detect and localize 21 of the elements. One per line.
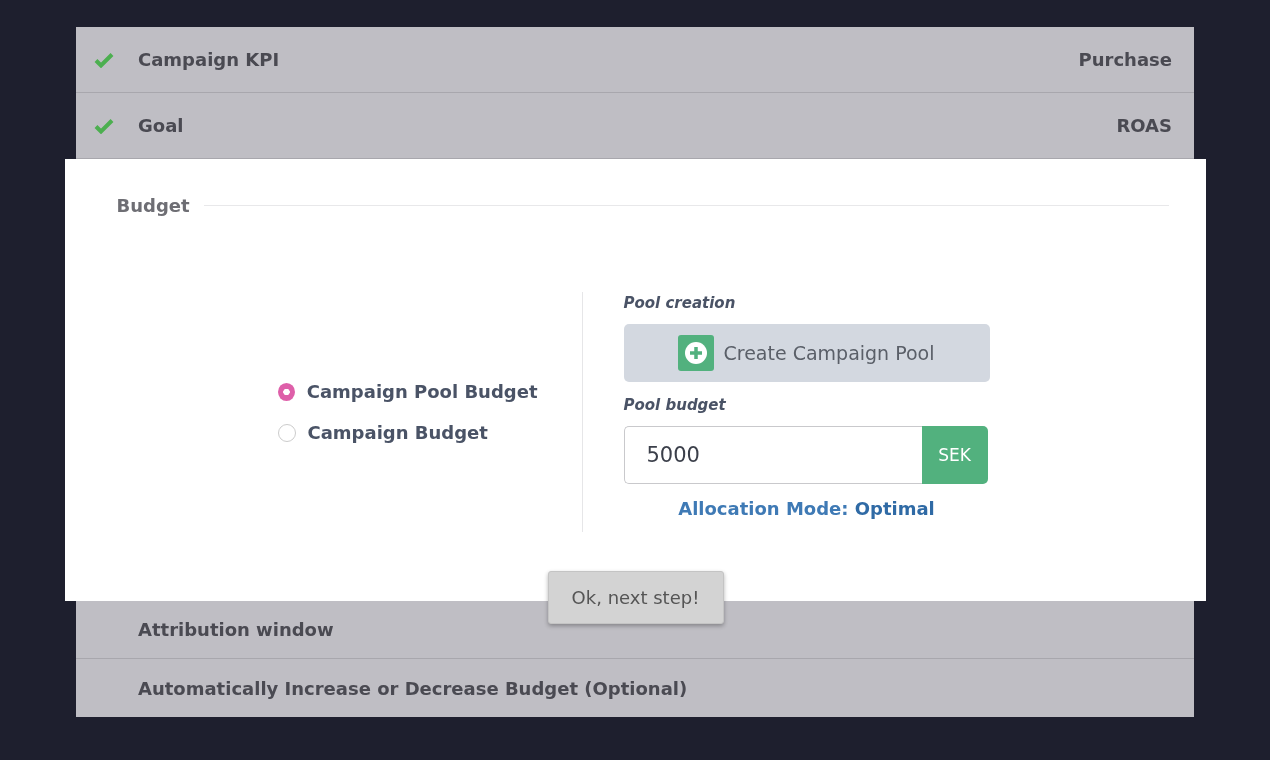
step-label: Automatically Increase or Decrease Budget (Optional) [138, 677, 689, 699]
currency-addon: SEK [921, 426, 988, 484]
step-row[interactable]: Automatically Increase or Decrease Budget (Optional) [76, 659, 1194, 717]
option-label: Campaign Pool Budget [306, 381, 538, 402]
step-label: Attribution window [138, 619, 335, 640]
next-step-button[interactable]: Ok, next step! [547, 571, 724, 624]
create-pool-button[interactable]: Create Campaign Pool [623, 324, 990, 382]
field-label: Pool budget [623, 396, 726, 414]
radio-button[interactable] [277, 382, 295, 401]
step-label: Campaign KPI [138, 49, 281, 70]
step-row[interactable]: Campaign KPI Purchase [76, 27, 1194, 93]
step-value: Purchase [1078, 49, 1172, 70]
allocation-mode-link[interactable]: Allocation Mode: Optimal [678, 498, 935, 519]
field-label: Pool creation [623, 294, 736, 312]
dialog-title: Budget [116, 195, 190, 216]
pool-budget-field[interactable]: 5000 [623, 426, 922, 484]
option-label: Campaign Budget [307, 422, 488, 443]
step-label: Goal [138, 115, 185, 136]
plus-icon [678, 335, 715, 371]
step-value: ROAS [1116, 115, 1172, 136]
radio-button[interactable] [277, 423, 296, 442]
